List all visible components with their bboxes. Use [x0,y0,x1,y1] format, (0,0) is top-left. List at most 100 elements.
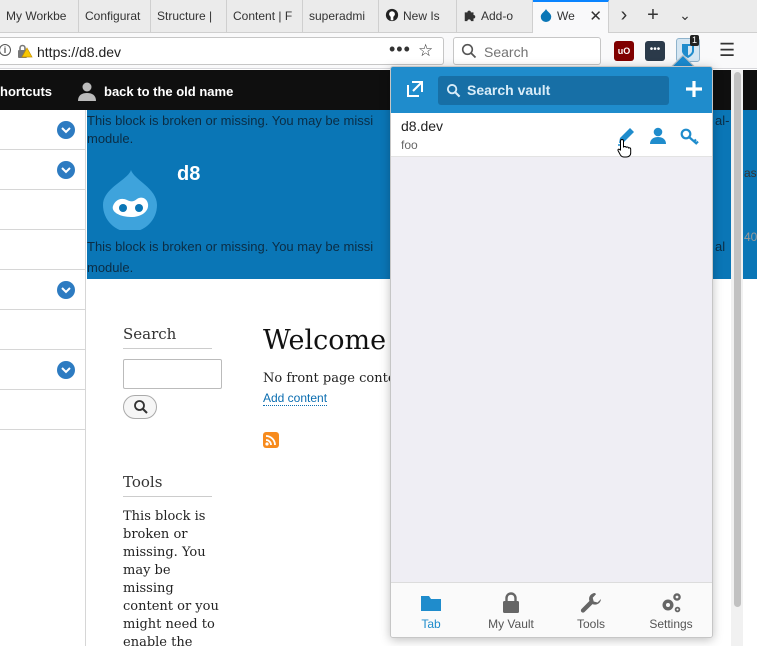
tray-item[interactable] [0,190,86,230]
tab-label: New Is [403,9,440,23]
search-input[interactable]: Search [453,37,601,65]
right-peek-text: as [744,166,757,180]
tab-settings[interactable]: Settings [631,583,711,637]
github-icon [385,8,399,22]
tools-block-text: This block is broken or missing. You may… [123,509,219,646]
rss-icon[interactable] [263,432,279,448]
tray-item[interactable] [0,390,86,430]
search-submit-button[interactable] [123,395,157,419]
nav-bar: i https://d8.dev ••• ☆ Search uO ••• 1 ☰ [0,33,757,69]
gears-icon [662,593,681,613]
vault-popup: Search vault d8.dev foo Tab My Vault Too… [390,66,713,638]
bookmark-star-icon[interactable]: ☆ [418,41,433,61]
search-placeholder: Search [484,44,529,60]
copy-username-icon[interactable] [647,125,669,147]
tab-content[interactable]: Content | F [227,0,303,33]
tab-label: Configurat [85,9,141,23]
tab-new-issue[interactable]: New Is [379,0,457,33]
page-scrollbar[interactable] [731,70,743,646]
tab-label: We [557,9,575,23]
chevron-down-icon[interactable] [57,281,75,299]
tab-add-ons[interactable]: Add-o [457,0,533,33]
search-icon [134,400,148,414]
lock-icon [503,592,519,613]
no-front-text: No front page conten [263,371,404,386]
puzzle-icon [464,10,476,22]
drupal-icon [540,8,552,22]
url-text[interactable]: https://d8.dev [37,44,121,60]
tray-item[interactable] [0,110,86,150]
tab-my-workbench[interactable]: My Workbe [0,0,79,33]
chevron-down-icon[interactable] [57,161,75,179]
tab-superadmin[interactable]: superadmi [303,0,379,33]
vault-search-placeholder: Search vault [467,82,551,98]
tray-item[interactable] [0,150,86,190]
search-icon [461,43,477,59]
page-title: Welcome t [263,325,406,356]
chevron-down-icon[interactable] [57,121,75,139]
tab-my-vault[interactable]: My Vault [471,583,551,637]
tools-block-title: Tools [123,473,212,497]
search-field[interactable] [123,359,222,389]
tab-configuration[interactable]: Configurat [79,0,151,33]
user-link[interactable]: back to the old name [104,84,233,99]
admin-tray [0,110,86,646]
popup-header: Search vault [391,67,712,113]
tab-label: Content | F [233,9,293,23]
ublock-icon[interactable]: uO [614,41,634,61]
tray-item[interactable] [0,350,86,390]
hand-cursor-icon [617,138,632,158]
warning-icon[interactable] [15,42,33,60]
site-name[interactable]: d8 [177,163,200,186]
tray-item[interactable] [0,230,86,270]
ext-badge: 1 [690,35,700,46]
add-content-link[interactable]: Add content [263,391,328,406]
copy-password-key-icon[interactable] [679,125,701,147]
tab-structure[interactable]: Structure | [151,0,227,33]
right-peek-text: 40 [744,230,757,244]
tab-current-tab[interactable]: Tab [391,583,471,637]
shortcuts-link[interactable]: hortcuts [0,84,52,99]
chevron-down-icon[interactable]: ⌄ [671,0,699,33]
tab-label: Settings [649,617,693,631]
vault-search-input[interactable]: Search vault [438,76,669,105]
chevron-down-icon[interactable] [57,361,75,379]
user-icon[interactable] [77,81,97,101]
tab-strip: My Workbe Configurat Structure | Content… [0,0,757,33]
broken-block-text: module. [87,131,134,146]
tab-label: Tab [421,617,441,631]
search-block-title: Search [123,325,212,349]
tab-label: Structure | [157,9,213,23]
page-actions-icon[interactable]: ••• [389,39,411,60]
broken-block-text: This block is broken or missing. You may… [87,239,374,254]
chevron-right-icon[interactable]: › [610,0,638,33]
plus-icon[interactable]: + [639,0,667,33]
wrench-icon [580,593,601,613]
tray-item[interactable] [0,310,86,350]
tab-tools[interactable]: Tools [551,583,631,637]
popup-tab-bar: Tab My Vault Tools Settings [391,582,712,637]
menu-icon[interactable]: ☰ [719,40,735,61]
tab-label: Tools [576,617,605,631]
tray-item[interactable] [0,270,86,310]
tab-label: Add-o [481,9,514,23]
password-ext-icon[interactable]: ••• [645,41,665,61]
tab-label: My Vault [488,617,534,631]
broken-block-text: module. [87,260,134,275]
vault-item-username: foo [401,138,418,152]
folder-icon [421,596,441,611]
broken-block-text: al [715,239,726,254]
vault-item[interactable]: d8.dev foo [391,113,712,157]
url-bar[interactable]: i https://d8.dev ••• ☆ [0,37,444,65]
search-icon [446,83,461,98]
drupal-logo[interactable] [101,168,159,230]
popout-icon[interactable] [405,79,425,99]
info-icon[interactable]: i [0,44,11,56]
tab-welcome[interactable]: We ✕ [533,0,609,33]
add-icon[interactable] [684,79,704,99]
scrollbar-thumb[interactable] [734,72,741,607]
broken-block-text: al- [715,113,730,128]
vault-item-name: d8.dev [401,118,444,134]
close-icon[interactable]: ✕ [589,2,602,31]
tab-label: My Workbe [6,9,67,23]
